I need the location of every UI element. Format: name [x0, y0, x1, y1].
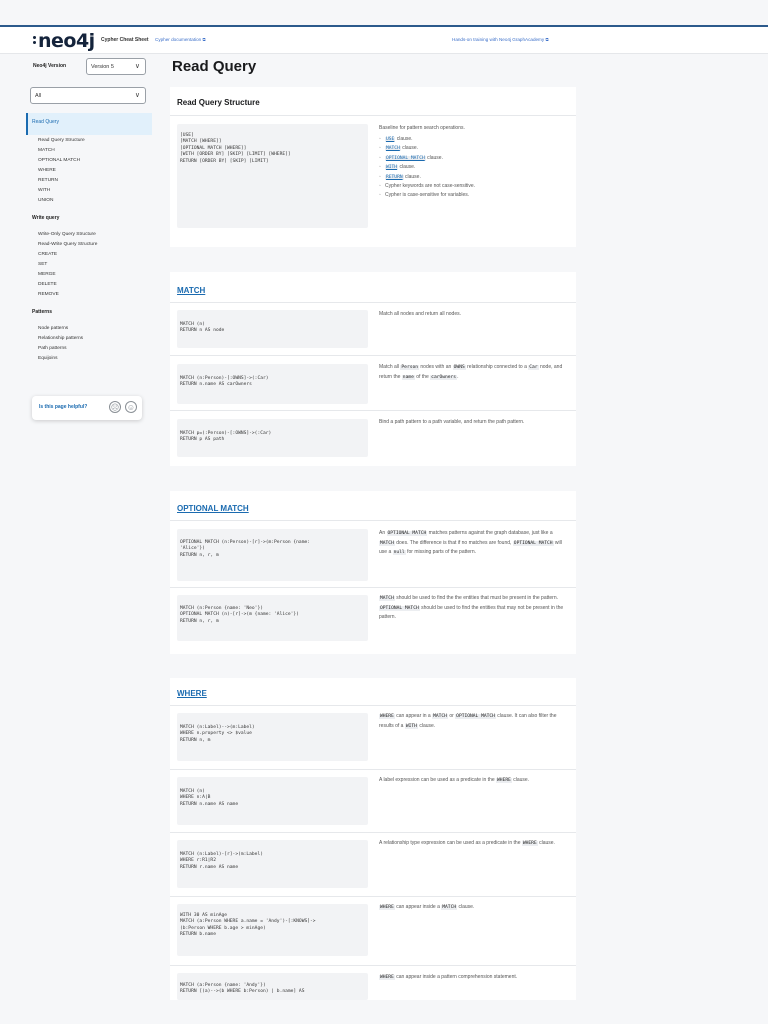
row-description: MATCH should be used to find the the ent… [379, 595, 564, 620]
sidebar-item-delete[interactable]: DELETE [38, 282, 57, 287]
version-select-value: Version 5 [91, 64, 114, 70]
sidebar-item-merge[interactable]: MERGE [38, 272, 56, 277]
external-link-icon: ⧉ [202, 37, 206, 42]
row-description: WHERE can appear in a MATCH or OPTIONAL … [379, 713, 557, 729]
code-block[interactable]: MATCH (n) RETURN n AS node [177, 310, 368, 348]
row-description: A label expression can be used as a pred… [379, 777, 530, 783]
where-card: WHERE MATCH (n:Label)-->(m:Label) WHERE … [170, 678, 576, 1000]
logo-dots-icon [33, 36, 37, 50]
sidebar-item-relationship-patterns[interactable]: Relationship patterns [38, 336, 83, 341]
sidebar-item-set[interactable]: SET [38, 262, 47, 267]
list-item: MATCH clause. [379, 144, 569, 154]
sidebar-item-read-query[interactable]: Read Query [26, 113, 152, 135]
structure-description: Baseline for pattern search operations. … [379, 124, 569, 199]
use-link[interactable]: USE [385, 136, 396, 142]
sidebar-item-read-write[interactable]: Read-Write Query Structure [38, 242, 97, 247]
sidebar-item-where[interactable]: WHERE [38, 168, 56, 173]
divider [170, 520, 576, 521]
code-block[interactable]: OPTIONAL MATCH (n:Person)-[r]->(m:Person… [177, 529, 368, 581]
site-header: neo4j Cypher Cheat Sheet Cypher document… [0, 27, 768, 54]
version-label: Neo4j Version [33, 63, 67, 69]
divider [170, 587, 576, 588]
row-description: Bind a path pattern to a path variable, … [379, 419, 525, 425]
code-block[interactable]: MATCH (a:Person {name: 'Andy'}) RETURN [… [177, 973, 368, 1000]
happy-face-icon[interactable]: ☺ [125, 401, 137, 413]
divider [170, 410, 576, 411]
optional-match-heading-link[interactable]: OPTIONAL MATCH [177, 504, 249, 513]
docs-link[interactable]: Cypher documentation ⧉ [155, 37, 206, 42]
divider [170, 896, 576, 897]
row-description: Match all Person nodes with an OWNS rela… [379, 364, 563, 380]
feedback-widget: Is this page helpful? ☹ ☺ [32, 396, 142, 420]
docs-link-label: Cypher documentation [155, 37, 202, 42]
feedback-label: Is this page helpful? [39, 404, 88, 410]
sidebar-item-equijoins[interactable]: Equijoins [38, 356, 57, 361]
row-description: An OPTIONAL MATCH matches patterns again… [379, 530, 562, 555]
code-block[interactable]: MATCH (n) WHERE n:A|B RETURN n.name AS n… [177, 777, 368, 825]
return-link[interactable]: RETURN [385, 174, 404, 180]
sidebar: Neo4j Version Version 5 ∨ All ∨ [0, 54, 152, 1024]
list-item: WITH clause. [379, 163, 569, 173]
divider [170, 302, 576, 303]
version-select[interactable]: Version 5 ∨ [86, 58, 146, 75]
code-block[interactable]: MATCH (n:Label)-->(m:Label) WHERE n.prop… [177, 713, 368, 761]
sidebar-item-match[interactable]: MATCH [38, 148, 55, 153]
training-link-label: Hands-on training with Neo4j GraphAcadem… [452, 37, 545, 42]
match-heading-link[interactable]: MATCH [177, 286, 205, 295]
list-item: OPTIONAL MATCH clause. [379, 154, 569, 164]
code-block[interactable]: WITH 30 AS minAge MATCH (a:Person WHERE … [177, 904, 368, 956]
list-item: RETURN clause. [379, 173, 569, 183]
match-link[interactable]: MATCH [385, 146, 401, 151]
divider [170, 355, 576, 356]
row-description: WHERE can appear inside a MATCH clause. [379, 904, 475, 910]
row-description: Match all nodes and return all nodes. [379, 311, 461, 317]
neo4j-logo[interactable]: neo4j [38, 30, 95, 52]
list-item: USE clause. [379, 135, 569, 145]
optional-match-link[interactable]: OPTIONAL MATCH [385, 155, 426, 161]
match-card: MATCH MATCH (n) RETURN n AS node Match a… [170, 272, 576, 466]
divider [170, 705, 576, 706]
page-title: Read Query [172, 58, 257, 75]
sidebar-item-return[interactable]: RETURN [38, 178, 58, 183]
row-description: WHERE can appear inside a pattern compre… [379, 974, 518, 980]
external-link-icon: ⧉ [545, 37, 549, 42]
where-heading-link[interactable]: WHERE [177, 689, 207, 698]
sidebar-section-write-query[interactable]: Write query [32, 215, 59, 221]
code-block[interactable]: MATCH (n:Person)-[:OWNS]->(:Car) RETURN … [177, 364, 368, 404]
training-link[interactable]: Hands-on training with Neo4j GraphAcadem… [452, 37, 549, 42]
optional-match-card: OPTIONAL MATCH OPTIONAL MATCH (n:Person)… [170, 491, 576, 654]
divider [170, 832, 576, 833]
card-title: Read Query Structure [177, 98, 260, 107]
sidebar-item-union[interactable]: UNION [38, 198, 53, 203]
row-description: A relationship type expression can be us… [379, 840, 555, 846]
code-block[interactable]: MATCH (n:Label)-[r]->(m:Label) WHERE r:R… [177, 840, 368, 888]
sidebar-section-patterns[interactable]: Patterns [32, 309, 52, 315]
sidebar-item-path-patterns[interactable]: Path patterns [38, 346, 67, 351]
sidebar-item-optional-match[interactable]: OPTIONAL MATCH [38, 158, 80, 163]
sidebar-item-with[interactable]: WITH [38, 188, 50, 193]
header-title: Cypher Cheat Sheet [101, 37, 149, 43]
code-block[interactable]: MATCH (n:Person {name: 'Neo'}) OPTIONAL … [177, 595, 368, 641]
sidebar-item-read-query-structure[interactable]: Read Query Structure [38, 138, 85, 143]
filter-select-value: All [35, 93, 42, 99]
sad-face-icon[interactable]: ☹ [109, 401, 121, 413]
with-link[interactable]: WITH [385, 165, 399, 170]
sidebar-item-remove[interactable]: REMOVE [38, 292, 59, 297]
code-block[interactable]: MATCH p=(:Person)-[:OWNS]->(:Car) RETURN… [177, 419, 368, 457]
filter-select[interactable]: All ∨ [30, 87, 146, 104]
list-item: Cypher is case-sensitive for variables. [379, 191, 569, 200]
divider [170, 965, 576, 966]
chevron-down-icon: ∨ [134, 92, 140, 99]
code-block[interactable]: [USE] [MATCH [WHERE]] [OPTIONAL MATCH [W… [177, 124, 368, 228]
sidebar-item-create[interactable]: CREATE [38, 252, 57, 257]
sidebar-item-write-only[interactable]: Write-Only Query Structure [38, 232, 96, 237]
chevron-down-icon: ∨ [134, 63, 140, 70]
desc-intro: Baseline for pattern search operations. [379, 125, 465, 131]
read-query-structure-card: Read Query Structure [USE] [MATCH [WHERE… [170, 87, 576, 247]
list-item: Cypher keywords are not case-sensitive. [379, 182, 569, 191]
divider [170, 769, 576, 770]
sidebar-item-node-patterns[interactable]: Node patterns [38, 326, 68, 331]
divider [170, 115, 576, 116]
